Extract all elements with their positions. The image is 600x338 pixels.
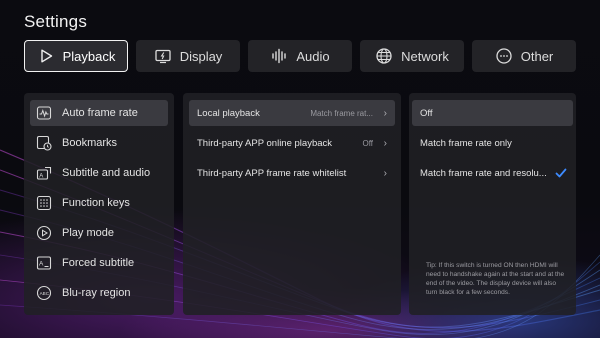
setting-value: Off: [362, 138, 373, 148]
sidebar-item-play-mode[interactable]: Play mode: [30, 220, 168, 246]
sidebar-item-label: Function keys: [62, 197, 130, 209]
setting-label: Third-party APP frame rate whitelist: [197, 167, 347, 179]
svg-text:A: A: [39, 173, 43, 179]
setting-label: Local playback: [197, 107, 260, 119]
abc-disc-icon: ABC: [36, 285, 52, 301]
setting-third-party-online-playback[interactable]: Third-party APP online playback Off ›: [189, 130, 395, 156]
chevron-right-icon: ›: [383, 137, 387, 149]
option-label: Match frame rate and resolu...: [420, 167, 547, 179]
svg-text:ABC: ABC: [40, 291, 50, 296]
sidebar-item-subtitle-and-audio[interactable]: A Subtitle and audio: [30, 160, 168, 186]
display-icon: [154, 47, 172, 65]
tab-display[interactable]: Display: [136, 40, 240, 72]
chevron-right-icon: ›: [383, 167, 387, 179]
tab-label: Network: [401, 48, 449, 64]
audio-icon: [270, 47, 288, 65]
bookmark-clock-icon: [36, 135, 52, 151]
sidebar-item-function-keys[interactable]: Function keys: [30, 190, 168, 216]
tab-label: Playback: [62, 48, 116, 64]
sidebar-item-forced-subtitle[interactable]: A Forced subtitle: [30, 250, 168, 276]
sidebar-item-bookmarks[interactable]: Bookmarks: [30, 130, 168, 156]
tab-audio[interactable]: Audio: [248, 40, 352, 72]
svg-text:A: A: [39, 261, 44, 268]
waveform-icon: [36, 105, 52, 121]
subtitle-audio-icon: A: [36, 165, 52, 181]
forced-subtitle-icon: A: [36, 255, 52, 271]
tab-label: Audio: [296, 48, 330, 64]
play-icon: [37, 47, 55, 65]
sidebar-item-label: Auto frame rate: [62, 107, 138, 119]
chevron-right-icon: ›: [383, 107, 387, 119]
tip-text: Tip: If this switch is turned ON then HD…: [426, 262, 565, 296]
option-match-frame-rate-only[interactable]: Match frame rate only: [412, 130, 573, 156]
play-circle-icon: [36, 225, 52, 241]
settings-panel: Local playback Match frame rat... › Thir…: [183, 93, 401, 315]
tab-label: Other: [520, 48, 554, 64]
sidebar-item-blu-ray-region[interactable]: ABC Blu-ray region: [30, 280, 168, 306]
tab-playback[interactable]: Playback: [24, 40, 128, 72]
sidebar-item-label: Forced subtitle: [62, 257, 135, 269]
tab-bar: Playback Display Audio Network Other: [24, 40, 576, 72]
page-title: Settings: [24, 12, 88, 31]
option-off[interactable]: Off: [412, 100, 573, 126]
sidebar-item-label: Bookmarks: [62, 137, 118, 149]
more-icon: [495, 47, 513, 65]
tab-label: Display: [179, 48, 223, 64]
setting-value: Match frame rat...: [310, 108, 373, 118]
options-panel: Off Match frame rate only Match frame ra…: [409, 93, 576, 315]
sidebar-item-label: Play mode: [62, 227, 114, 239]
setting-local-playback[interactable]: Local playback Match frame rat... ›: [189, 100, 395, 126]
tab-network[interactable]: Network: [360, 40, 464, 72]
option-label: Off: [420, 107, 433, 119]
category-panel: Auto frame rate Bookmarks A Subtitle and…: [24, 93, 174, 315]
globe-icon: [375, 47, 393, 65]
tab-other[interactable]: Other: [472, 40, 576, 72]
setting-third-party-frame-rate-whitelist[interactable]: Third-party APP frame rate whitelist ›: [189, 160, 395, 186]
option-label: Match frame rate only: [420, 137, 512, 149]
checkmark-icon: [555, 167, 567, 179]
sidebar-item-auto-frame-rate[interactable]: Auto frame rate: [30, 100, 168, 126]
sidebar-item-label: Subtitle and audio: [62, 167, 151, 179]
option-match-frame-rate-and-resolution[interactable]: Match frame rate and resolu...: [412, 160, 573, 186]
sidebar-item-label: Blu-ray region: [62, 287, 131, 299]
setting-label: Third-party APP online playback: [197, 137, 333, 149]
keypad-icon: [36, 195, 52, 211]
